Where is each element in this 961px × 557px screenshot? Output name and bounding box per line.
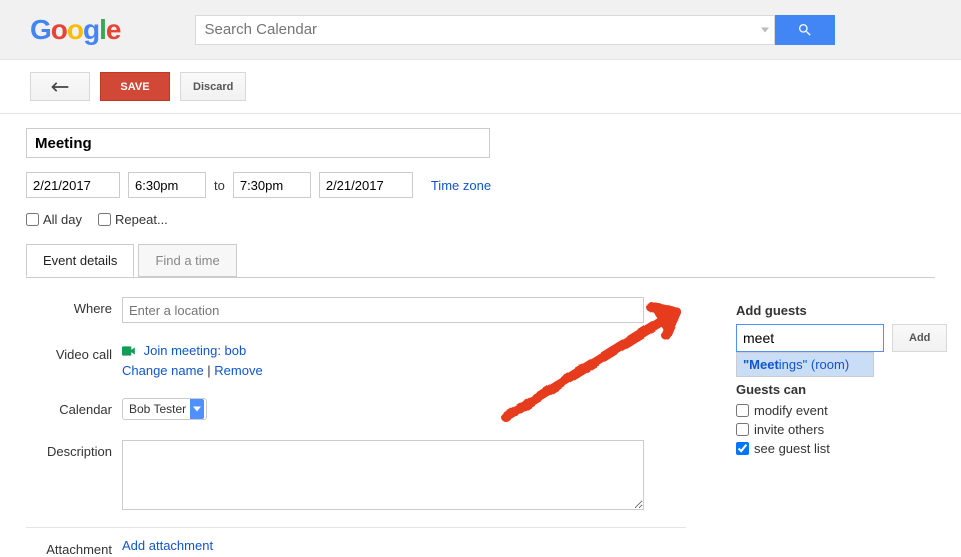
remove-video-link[interactable]: Remove	[214, 363, 262, 378]
video-sep: |	[204, 363, 215, 378]
change-name-link[interactable]: Change name	[122, 363, 204, 378]
all-day-checkbox-wrap[interactable]: All day	[26, 212, 82, 227]
description-label: Description	[26, 440, 122, 513]
attachment-label: Attachment	[26, 538, 122, 557]
repeat-checkbox-wrap[interactable]: Repeat...	[98, 212, 168, 227]
calendar-select[interactable]: Bob Tester	[122, 398, 207, 420]
timezone-link[interactable]: Time zone	[431, 178, 491, 193]
video-icon	[122, 344, 136, 359]
calendar-value: Bob Tester	[129, 402, 186, 416]
event-title-input[interactable]	[26, 128, 490, 158]
perm-invite-checkbox[interactable]	[736, 423, 749, 436]
add-attachment-link[interactable]: Add attachment	[122, 538, 213, 553]
suggestion-rest: ings" (room)	[779, 357, 849, 372]
perm-invite-wrap[interactable]: invite others	[736, 422, 947, 437]
perm-see-wrap[interactable]: see guest list	[736, 441, 947, 456]
perm-modify-wrap[interactable]: modify event	[736, 403, 947, 418]
discard-button[interactable]: Discard	[180, 72, 246, 101]
search-container	[195, 15, 835, 45]
guest-suggestion-item[interactable]: "Meetings" (room)	[737, 353, 873, 376]
action-bar: SAVE Discard	[0, 60, 961, 114]
add-guests-title: Add guests	[736, 303, 947, 318]
google-logo: Google	[30, 14, 120, 46]
save-button[interactable]: SAVE	[100, 72, 170, 101]
start-date-input[interactable]	[26, 172, 120, 198]
add-guests-input[interactable]	[736, 324, 884, 352]
tab-find-time[interactable]: Find a time	[138, 244, 236, 277]
search-button[interactable]	[775, 15, 835, 45]
back-arrow-icon	[50, 80, 70, 94]
to-label: to	[214, 178, 225, 193]
location-input[interactable]	[122, 297, 644, 323]
search-icon	[797, 22, 813, 38]
tabs: Event details Find a time	[26, 244, 935, 278]
repeat-label: Repeat...	[115, 212, 168, 227]
guest-suggestion-dropdown: "Meetings" (room)	[736, 352, 874, 377]
top-bar: Google	[0, 0, 961, 60]
start-time-input[interactable]	[128, 172, 206, 198]
repeat-checkbox[interactable]	[98, 213, 111, 226]
guests-can-title: Guests can	[736, 382, 947, 397]
tab-event-details[interactable]: Event details	[26, 244, 134, 277]
perm-modify-label: modify event	[754, 403, 828, 418]
all-day-label: All day	[43, 212, 82, 227]
flags-row: All day Repeat...	[26, 212, 935, 227]
perm-modify-checkbox[interactable]	[736, 404, 749, 417]
chevron-down-icon	[193, 407, 201, 412]
video-call-label: Video call	[26, 343, 122, 378]
end-time-input[interactable]	[233, 172, 311, 198]
all-day-checkbox[interactable]	[26, 213, 39, 226]
search-input[interactable]	[195, 15, 775, 45]
join-meeting-link[interactable]: Join meeting: bob	[144, 343, 247, 358]
end-date-input[interactable]	[319, 172, 413, 198]
description-textarea[interactable]	[122, 440, 644, 510]
perm-invite-label: invite others	[754, 422, 824, 437]
add-guest-button[interactable]: Add	[892, 324, 947, 352]
where-label: Where	[26, 297, 122, 323]
perm-see-checkbox[interactable]	[736, 442, 749, 455]
time-row: to Time zone	[26, 172, 935, 198]
divider	[26, 527, 686, 528]
back-button[interactable]	[30, 72, 90, 101]
suggestion-match: "Meet	[743, 357, 779, 372]
search-dropdown-icon[interactable]	[761, 27, 769, 32]
perm-see-label: see guest list	[754, 441, 830, 456]
calendar-label: Calendar	[26, 398, 122, 420]
